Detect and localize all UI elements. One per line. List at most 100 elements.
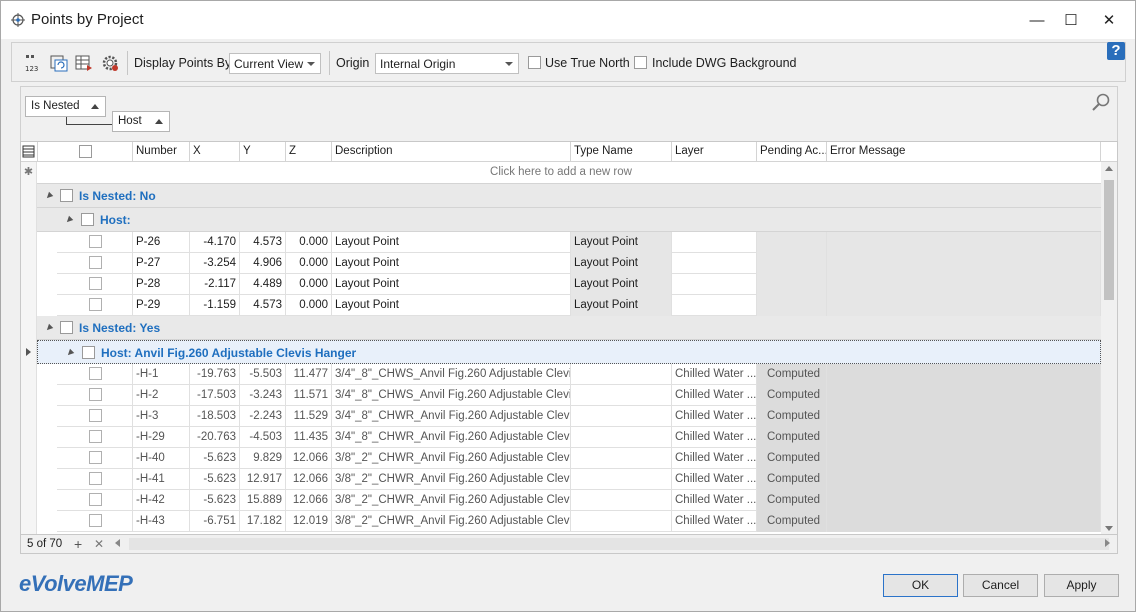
cell-layer[interactable]: Chilled Water ...	[672, 385, 757, 406]
cell-x[interactable]: -4.170	[190, 232, 240, 253]
row-checkbox[interactable]	[89, 409, 102, 422]
cell-type-name[interactable]: Layout Point	[571, 253, 672, 274]
cell-y[interactable]: 15.889	[240, 490, 286, 511]
cell-pending[interactable]	[757, 253, 827, 274]
cell-layer[interactable]: Chilled Water ...	[672, 406, 757, 427]
column-header-layer[interactable]: Layer	[672, 142, 757, 162]
row-checkbox[interactable]	[89, 367, 102, 380]
cell-layer[interactable]: Chilled Water ...	[672, 448, 757, 469]
cell-description[interactable]: Layout Point	[332, 274, 571, 295]
origin-select[interactable]: Internal Origin	[375, 53, 519, 74]
cell-description[interactable]: Layout Point	[332, 253, 571, 274]
table-row[interactable]: -H-43 -6.751 17.182 12.019 3/8"_2"_CHWR_Anvi…	[57, 511, 1101, 532]
cell-error[interactable]	[827, 253, 1101, 274]
row-checkbox[interactable]	[89, 430, 102, 443]
column-header-error-message[interactable]: Error Message	[827, 142, 1101, 162]
cell-z[interactable]: 12.066	[286, 490, 332, 511]
cell-layer[interactable]: Chilled Water ...	[672, 490, 757, 511]
help-button[interactable]: ?	[1107, 42, 1125, 60]
cell-y[interactable]: -2.243	[240, 406, 286, 427]
cell-description[interactable]: 3/8"_2"_CHWR_Anvil Fig.260 Adjustable Cl…	[332, 469, 571, 490]
cell-description[interactable]: 3/4"_8"_CHWS_Anvil Fig.260 Adjustable Cl…	[332, 385, 571, 406]
cell-description[interactable]: 3/4"_8"_CHWR_Anvil Fig.260 Adjustable Cl…	[332, 427, 571, 448]
cell-x[interactable]: -19.763	[190, 364, 240, 385]
cell-error[interactable]	[827, 232, 1101, 253]
cell-description[interactable]: 3/8"_2"_CHWR_Anvil Fig.260 Adjustable Cl…	[332, 448, 571, 469]
cell-pending[interactable]: Computed	[757, 490, 827, 511]
scroll-right-icon[interactable]	[1105, 539, 1110, 547]
cell-number[interactable]: -H-40	[133, 448, 190, 469]
cell-description[interactable]: 3/8"_2"_CHWR_Anvil Fig.260 Adjustable Cl…	[332, 511, 571, 532]
group-row[interactable]: Is Nested: Yes	[37, 316, 1101, 340]
display-points-by-select[interactable]: Current View	[229, 53, 321, 74]
cell-number[interactable]: -H-3	[133, 406, 190, 427]
maximize-button[interactable]: ☐	[1053, 1, 1089, 39]
cell-pending[interactable]: Computed	[757, 469, 827, 490]
ok-button[interactable]: OK	[883, 574, 958, 597]
cell-pending[interactable]: Computed	[757, 364, 827, 385]
table-row[interactable]: -H-29 -20.763 -4.503 11.435 3/4"_8"_CHWR_Anv…	[57, 427, 1101, 448]
table-row[interactable]: P-27 -3.254 4.906 0.000 Layout Point Layout P…	[57, 253, 1101, 274]
table-row[interactable]: -H-1 -19.763 -5.503 11.477 3/4"_8"_CHWS_Anvi…	[57, 364, 1101, 385]
cell-layer[interactable]: Chilled Water ...	[672, 469, 757, 490]
column-header-description[interactable]: Description	[332, 142, 571, 162]
cell-z[interactable]: 11.477	[286, 364, 332, 385]
cell-error[interactable]	[827, 406, 1101, 427]
cell-type-name[interactable]: Layout Point	[571, 295, 672, 316]
cell-x[interactable]: -6.751	[190, 511, 240, 532]
cell-type-name[interactable]: Layout Point	[571, 274, 672, 295]
scroll-left-icon[interactable]	[115, 539, 120, 547]
cell-y[interactable]: 4.906	[240, 253, 286, 274]
cell-type-name[interactable]	[571, 469, 672, 490]
cell-x[interactable]: -5.623	[190, 490, 240, 511]
cell-number[interactable]: P-28	[133, 274, 190, 295]
scroll-up-icon[interactable]	[1105, 166, 1113, 171]
horizontal-scrollbar[interactable]	[129, 538, 1109, 550]
cell-error[interactable]	[827, 511, 1101, 532]
cell-pending[interactable]: Computed	[757, 406, 827, 427]
group-checkbox[interactable]	[60, 321, 73, 334]
group-chip-host[interactable]: Host	[112, 111, 170, 132]
settings-gear-icon[interactable]	[100, 53, 120, 73]
cell-y[interactable]: 9.829	[240, 448, 286, 469]
cell-type-name[interactable]	[571, 364, 672, 385]
cell-error[interactable]	[827, 427, 1101, 448]
cell-pending[interactable]: Computed	[757, 448, 827, 469]
table-row[interactable]: P-29 -1.159 4.573 0.000 Layout Point Layout P…	[57, 295, 1101, 316]
cell-y[interactable]: 12.917	[240, 469, 286, 490]
cell-layer[interactable]	[672, 253, 757, 274]
cell-x[interactable]: -5.623	[190, 448, 240, 469]
add-record-button[interactable]: +	[74, 536, 82, 552]
cell-number[interactable]: P-27	[133, 253, 190, 274]
new-row[interactable]: ✱ Click here to add a new row	[21, 162, 1101, 184]
cell-layer[interactable]	[672, 274, 757, 295]
cell-number[interactable]: -H-42	[133, 490, 190, 511]
subgroup-checkbox[interactable]	[81, 213, 94, 226]
cell-z[interactable]: 12.066	[286, 469, 332, 490]
cell-number[interactable]: -H-1	[133, 364, 190, 385]
remove-record-button[interactable]: ✕	[94, 537, 104, 551]
collapse-group-icon[interactable]	[44, 323, 54, 333]
cell-pending[interactable]	[757, 232, 827, 253]
row-checkbox[interactable]	[89, 277, 102, 290]
scroll-down-icon[interactable]	[1105, 526, 1113, 531]
cell-pending[interactable]: Computed	[757, 427, 827, 448]
renumber-points-icon[interactable]: 123	[23, 53, 43, 73]
include-dwg-background-checkbox[interactable]	[634, 56, 647, 69]
cell-description[interactable]: 3/4"_8"_CHWR_Anvil Fig.260 Adjustable Cl…	[332, 406, 571, 427]
cell-type-name[interactable]	[571, 427, 672, 448]
select-all-checkbox[interactable]	[79, 145, 92, 158]
cell-x[interactable]: -1.159	[190, 295, 240, 316]
close-button[interactable]: ✕	[1091, 1, 1127, 39]
subgroup-row[interactable]: Host: Anvil Fig.260 Adjustable Clevis Ha…	[37, 340, 1101, 364]
cell-z[interactable]: 11.571	[286, 385, 332, 406]
table-row[interactable]: -H-3 -18.503 -2.243 11.529 3/4"_8"_CHWR_Anvi…	[57, 406, 1101, 427]
table-row[interactable]: -H-40 -5.623 9.829 12.066 3/8"_2"_CHWR_Anvil…	[57, 448, 1101, 469]
cell-x[interactable]: -17.503	[190, 385, 240, 406]
table-row[interactable]: -H-41 -5.623 12.917 12.066 3/8"_2"_CHWR_Anvi…	[57, 469, 1101, 490]
cell-error[interactable]	[827, 385, 1101, 406]
cell-pending[interactable]	[757, 274, 827, 295]
column-chooser-icon[interactable]	[21, 142, 38, 162]
table-row[interactable]: P-28 -2.117 4.489 0.000 Layout Point Layout P…	[57, 274, 1101, 295]
column-header-x[interactable]: X	[190, 142, 240, 162]
